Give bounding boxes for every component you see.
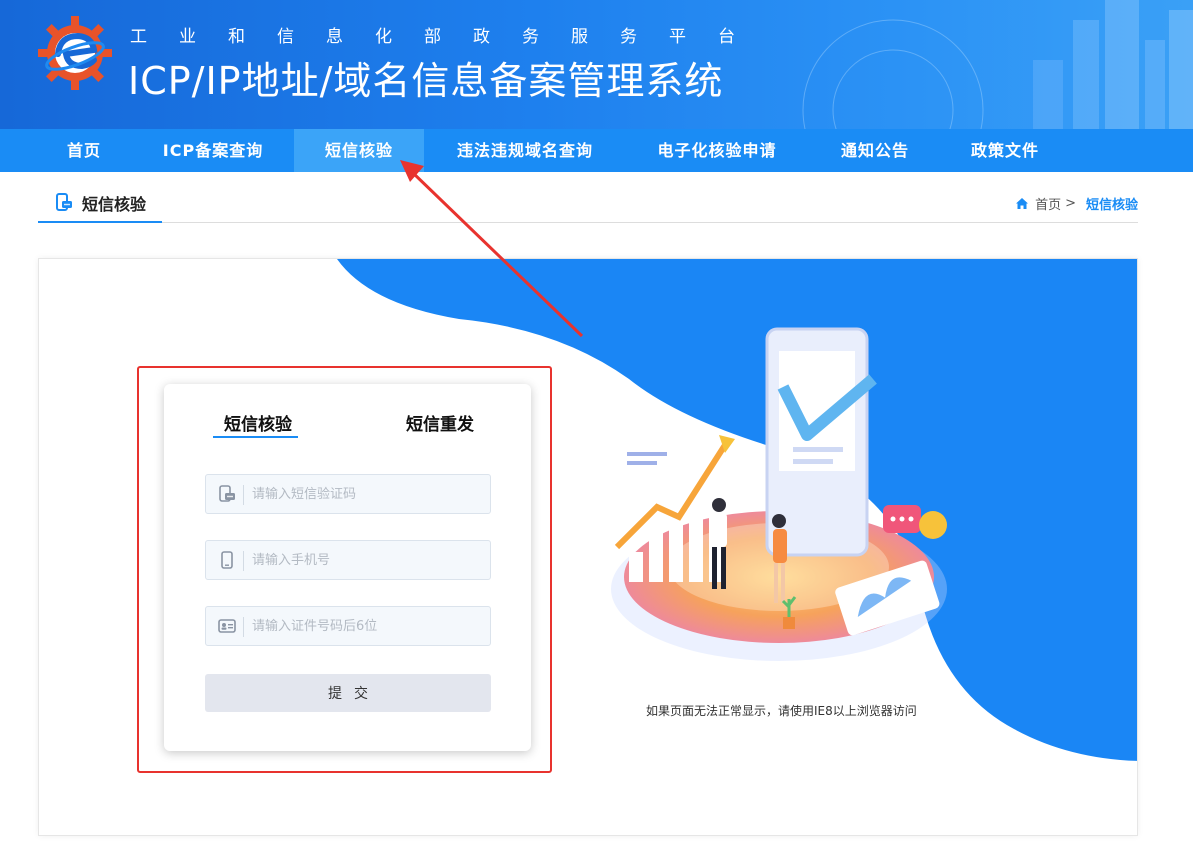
miit-logo bbox=[38, 16, 112, 90]
nav-illegal-domain-query[interactable]: 违法违规域名查询 bbox=[436, 129, 614, 172]
section-tab: 短信核验 bbox=[38, 180, 162, 223]
home-icon bbox=[1016, 198, 1029, 209]
sms-icon bbox=[219, 485, 235, 502]
submit-button[interactable]: 提交 bbox=[205, 674, 491, 712]
breadcrumb-separator: > bbox=[1065, 196, 1076, 211]
sms-code-input[interactable] bbox=[252, 475, 482, 513]
active-tab-underline bbox=[213, 436, 298, 438]
section-header: 短信核验 首页 > 短信核验 bbox=[38, 180, 1138, 223]
field-divider bbox=[243, 485, 244, 505]
tab-sms-resend[interactable]: 短信重发 bbox=[406, 410, 474, 435]
id-number-field bbox=[205, 606, 491, 646]
field-divider bbox=[243, 551, 244, 571]
nav-electronic-verify-apply[interactable]: 电子化核验申请 bbox=[634, 129, 800, 172]
id-card-icon bbox=[218, 619, 236, 633]
breadcrumb-current: 短信核验 bbox=[1085, 198, 1138, 213]
mobile-icon bbox=[221, 551, 233, 569]
nav-policy-docs[interactable]: 政策文件 bbox=[950, 129, 1060, 172]
phone-message-icon bbox=[56, 193, 72, 211]
nav-sms-verify[interactable]: 短信核验 bbox=[294, 129, 424, 172]
section-title: 短信核验 bbox=[82, 195, 147, 214]
verification-illustration bbox=[611, 327, 947, 661]
breadcrumb-home[interactable]: 首页 bbox=[1035, 194, 1061, 213]
id-number-input[interactable] bbox=[252, 607, 482, 645]
skyline-decoration bbox=[802, 0, 1193, 129]
browser-hint: 如果页面无法正常显示，请使用IE8以上浏览器访问 bbox=[646, 704, 917, 718]
field-divider bbox=[243, 617, 244, 637]
system-title: ICP/IP地址/域名信息备案管理系统 bbox=[128, 59, 724, 103]
phone-field bbox=[205, 540, 491, 580]
nav-icp-query[interactable]: ICP备案查询 bbox=[140, 129, 286, 172]
platform-subtitle: 工业和信息化部政务服务平台 bbox=[130, 27, 767, 47]
tab-sms-verify[interactable]: 短信核验 bbox=[224, 410, 292, 435]
phone-input[interactable] bbox=[252, 541, 482, 579]
sms-verify-card: 短信核验 短信重发 提交 bbox=[164, 384, 531, 751]
nav-home[interactable]: 首页 bbox=[46, 129, 122, 172]
main-nav: 首页 ICP备案查询 短信核验 违法违规域名查询 电子化核验申请 通知公告 政策… bbox=[0, 129, 1193, 172]
header-banner: 工业和信息化部政务服务平台 ICP/IP地址/域名信息备案管理系统 bbox=[0, 0, 1193, 129]
nav-notices[interactable]: 通知公告 bbox=[820, 129, 930, 172]
sms-code-field bbox=[205, 474, 491, 514]
breadcrumb: 首页 > 短信核验 bbox=[1015, 194, 1138, 213]
